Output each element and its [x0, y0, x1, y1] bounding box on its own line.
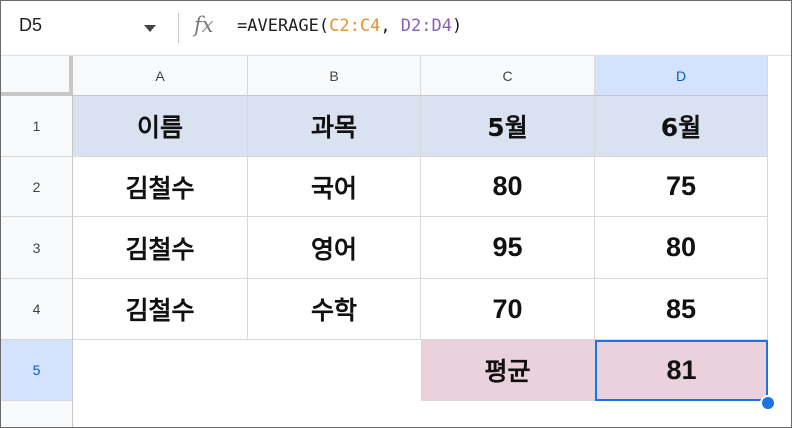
- cell-c2[interactable]: 80: [421, 157, 595, 217]
- cell-c3[interactable]: 95: [421, 217, 595, 279]
- cell-d1[interactable]: 6월: [595, 96, 768, 157]
- formula-comma: ,: [380, 16, 401, 36]
- spreadsheet-window: D5 fx =AVERAGE(C2:C4, D2:D4) A B C D 1 2…: [0, 0, 792, 428]
- select-all-corner[interactable]: [1, 56, 73, 96]
- cell-c1[interactable]: 5월: [421, 96, 595, 157]
- cell-b1[interactable]: 과목: [248, 96, 421, 157]
- formula-range-d: D2:D4: [400, 16, 452, 36]
- column-header-d[interactable]: D: [595, 56, 768, 96]
- formula-input[interactable]: =AVERAGE(C2:C4, D2:D4): [237, 16, 462, 36]
- cell-b2[interactable]: 국어: [248, 157, 421, 217]
- formula-prefix: =AVERAGE(: [237, 16, 330, 36]
- cell-d2[interactable]: 75: [595, 157, 768, 217]
- formula-bar-divider: [178, 13, 179, 43]
- fill-handle[interactable]: [760, 395, 776, 411]
- formula-range-c: C2:C4: [329, 16, 381, 36]
- column-header-c[interactable]: C: [421, 56, 595, 96]
- formula-bar: D5 fx =AVERAGE(C2:C4, D2:D4): [1, 1, 791, 56]
- column-header-a[interactable]: A: [73, 56, 248, 96]
- cell-d3[interactable]: 80: [595, 217, 768, 279]
- dropdown-caret-icon[interactable]: [144, 25, 156, 32]
- cell-c5-average-label[interactable]: 평균: [421, 340, 595, 401]
- column-header-b[interactable]: B: [248, 56, 421, 96]
- row-header-6[interactable]: 6: [1, 401, 73, 427]
- name-box[interactable]: D5: [19, 15, 42, 36]
- function-fx-icon: fx: [194, 13, 214, 37]
- cell-a1[interactable]: 이름: [73, 96, 248, 157]
- cell-a5-b5[interactable]: [73, 340, 421, 401]
- cell-a3[interactable]: 김철수: [73, 217, 248, 279]
- row-header-1[interactable]: 1: [1, 96, 73, 157]
- cell-b4[interactable]: 수학: [248, 279, 421, 340]
- formula-suffix: ): [451, 16, 463, 36]
- row-header-3[interactable]: 3: [1, 217, 73, 279]
- row-header-2[interactable]: 2: [1, 157, 73, 217]
- cell-d5-average-value[interactable]: 81: [595, 340, 768, 401]
- cell-d4[interactable]: 85: [595, 279, 768, 340]
- row-header-4[interactable]: 4: [1, 279, 73, 340]
- cell-c4[interactable]: 70: [421, 279, 595, 340]
- cell-b3[interactable]: 영어: [248, 217, 421, 279]
- cell-a2[interactable]: 김철수: [73, 157, 248, 217]
- cell-a4[interactable]: 김철수: [73, 279, 248, 340]
- row-header-5[interactable]: 5: [1, 340, 73, 401]
